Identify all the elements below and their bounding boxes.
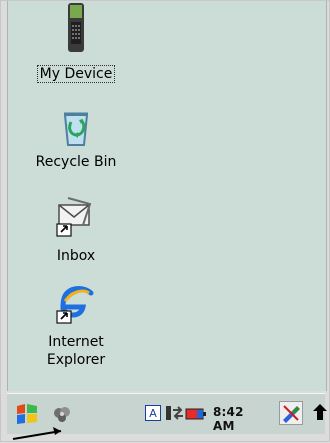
device-connection-icon[interactable]	[165, 404, 185, 422]
recycle-bin-shortcut[interactable]: Recycle Bin	[22, 105, 130, 177]
input-mode-icon[interactable]: A	[145, 405, 161, 421]
pen-icon	[283, 405, 300, 423]
battery-status-icon[interactable]	[185, 407, 207, 421]
recycle-bin-icon	[63, 112, 89, 146]
mobile-device-icon	[68, 3, 84, 52]
my-device-shortcut[interactable]: My Device	[28, 1, 124, 93]
recycle-bin-label: Recycle Bin	[35, 154, 117, 170]
my-device-label: My Device	[28, 65, 124, 83]
desktop: My Device Recycle Bin Inbox Internet Exp…	[7, 1, 327, 391]
device-screen: My Device Recycle Bin Inbox Internet Exp…	[0, 0, 330, 442]
internet-explorer-shortcut[interactable]: Internet Explorer	[22, 283, 130, 373]
internet-explorer-label: Internet Explorer	[46, 334, 106, 368]
inbox-label: Inbox	[56, 248, 96, 264]
inbox-envelope-icon	[56, 197, 92, 237]
keyboard-up-arrow-icon[interactable]	[311, 402, 329, 424]
pen-sync-button[interactable]	[279, 401, 303, 425]
svg-text:A: A	[149, 407, 157, 420]
internet-explorer-icon	[56, 286, 94, 324]
clock: 8:42 AM	[213, 405, 244, 433]
pointer-callout-icon	[12, 427, 62, 440]
system-tray: A 8:42 AM	[145, 403, 247, 433]
inbox-shortcut[interactable]: Inbox	[28, 191, 124, 264]
